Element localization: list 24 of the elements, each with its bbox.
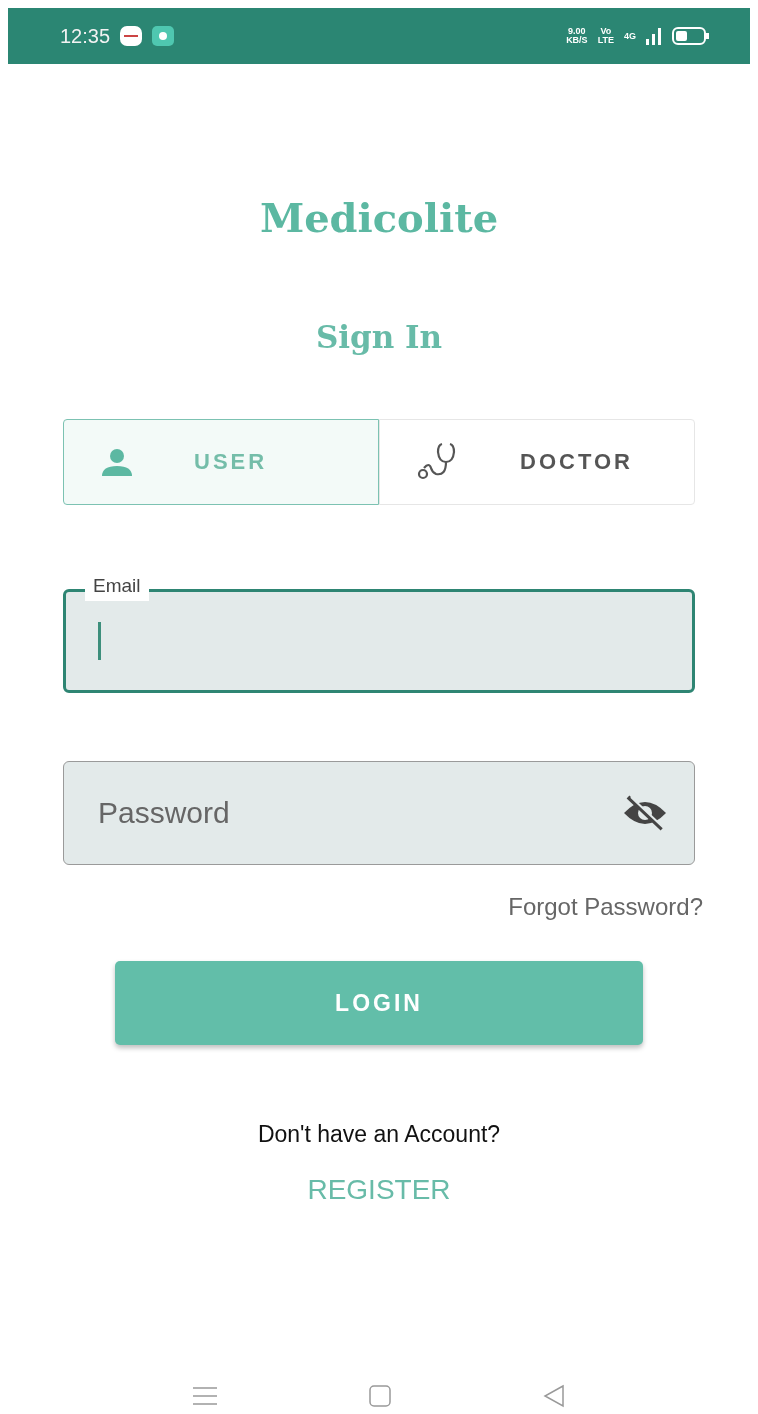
register-link[interactable]: REGISTER <box>307 1174 451 1206</box>
role-tab[interactable]: DOCTOR <box>379 419 695 505</box>
status-time: 12:35 <box>60 24 111 48</box>
message-icon <box>152 26 175 46</box>
battery-icon <box>672 27 710 45</box>
app-title: Medicolite <box>259 194 499 241</box>
text-cursor <box>98 622 101 660</box>
volte-indicator: Vo LTE <box>597 27 614 45</box>
eye-slash-icon[interactable] <box>622 795 668 831</box>
home-icon[interactable] <box>368 1384 392 1408</box>
signal-icon <box>646 27 662 45</box>
password-field[interactable]: Password <box>63 761 695 865</box>
data-speed: 9.00 KB/S <box>566 27 588 45</box>
register-prompt: Don't have an Account? <box>257 1121 501 1148</box>
notification-icon <box>120 26 143 46</box>
password-input[interactable]: Password <box>96 795 622 831</box>
forgot-password-link[interactable]: Forgot Password? <box>508 893 703 921</box>
login-button[interactable]: LOGIN <box>115 961 643 1045</box>
back-icon[interactable] <box>542 1384 566 1408</box>
network-type: 4G <box>624 31 636 41</box>
menu-icon[interactable] <box>192 1386 218 1406</box>
sign-in-heading: Sign In <box>315 319 443 355</box>
role-tab[interactable]: USER <box>63 419 379 505</box>
person-icon <box>100 447 134 477</box>
